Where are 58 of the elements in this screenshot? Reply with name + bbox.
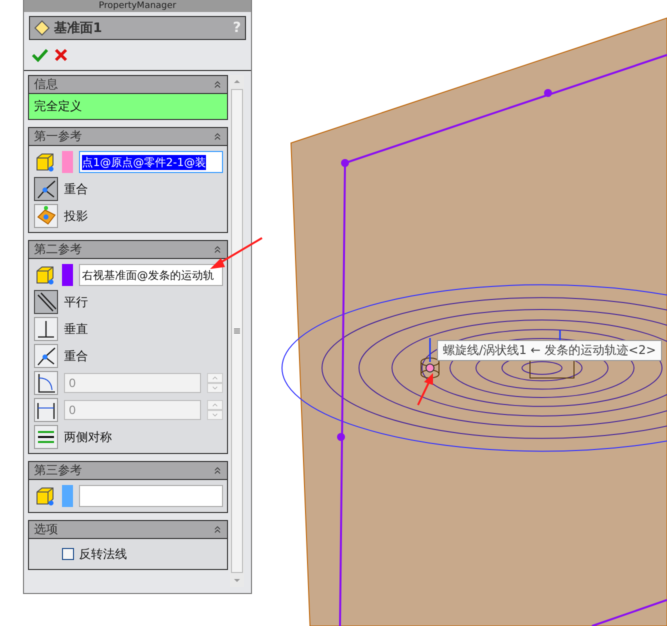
collapse-icon bbox=[212, 131, 223, 142]
projection-icon bbox=[35, 205, 57, 227]
cube-icon bbox=[34, 264, 56, 286]
sketch-point bbox=[544, 89, 552, 97]
collapse-icon bbox=[212, 79, 223, 90]
spring-origin-drawing bbox=[420, 338, 440, 378]
cube-icon bbox=[34, 485, 56, 507]
option-toggle-button[interactable] bbox=[34, 290, 58, 314]
annotation-arrow bbox=[210, 237, 263, 269]
parallel-icon bbox=[35, 291, 57, 313]
status-text: 完全定义 bbox=[29, 94, 227, 119]
chevron-down-icon bbox=[211, 384, 219, 392]
sketch-point bbox=[337, 433, 345, 441]
option-label: 垂直 bbox=[64, 320, 88, 338]
option-toggle-button[interactable] bbox=[34, 344, 58, 368]
option-label: 平行 bbox=[64, 294, 88, 310]
group-header[interactable]: 第二参考 bbox=[29, 241, 227, 259]
checkmark-icon bbox=[32, 48, 48, 62]
selection-field[interactable] bbox=[79, 485, 223, 507]
group-header[interactable]: 第三参考 bbox=[29, 462, 227, 480]
group-header[interactable]: 选项 bbox=[29, 521, 227, 539]
cancel-button[interactable] bbox=[54, 48, 68, 62]
plane-icon bbox=[34, 20, 50, 36]
ok-button[interactable] bbox=[32, 48, 48, 62]
option-label: 重合 bbox=[64, 348, 88, 364]
tooltip: 螺旋线/涡状线1 ← 发条的运动轨迹<2> bbox=[437, 340, 662, 361]
option-label: 重合 bbox=[64, 180, 88, 198]
panel-title: PropertyManager bbox=[24, 0, 251, 12]
selection-field[interactable]: 点1@原点@零件2-1@装 bbox=[79, 151, 223, 173]
close-icon bbox=[54, 48, 68, 62]
checkbox[interactable] bbox=[62, 548, 74, 560]
collapse-icon bbox=[212, 465, 223, 476]
chevron-down-icon bbox=[211, 411, 219, 419]
perpendicular-icon bbox=[35, 318, 57, 340]
chevron-up-icon bbox=[211, 374, 219, 382]
checkbox-label: 反转法线 bbox=[79, 546, 127, 562]
selection-field[interactable]: 右视基准面@发条的运动轨 bbox=[79, 264, 223, 286]
group-header[interactable]: 第一参考 bbox=[29, 128, 227, 146]
coincident-icon bbox=[35, 345, 57, 367]
collapse-icon bbox=[212, 524, 223, 535]
grip-icon bbox=[233, 327, 241, 335]
cube-icon bbox=[34, 151, 56, 173]
option-label: 两侧对称 bbox=[64, 428, 112, 446]
dimension-button[interactable] bbox=[34, 371, 58, 395]
coincident-icon bbox=[35, 178, 57, 200]
option-toggle-button[interactable] bbox=[34, 425, 58, 449]
sketch-point bbox=[341, 159, 349, 167]
option-label: 投影 bbox=[64, 208, 88, 224]
option-toggle-button[interactable] bbox=[34, 177, 58, 201]
feature-header: 基准面1 ? bbox=[29, 16, 246, 40]
chevron-up-icon bbox=[211, 401, 219, 409]
dimension-button[interactable] bbox=[34, 398, 58, 422]
option-toggle-button[interactable] bbox=[34, 317, 58, 341]
option-toggle-button[interactable] bbox=[34, 204, 58, 228]
group-header[interactable]: 信息 bbox=[29, 76, 227, 94]
scrollbar-thumb[interactable] bbox=[231, 89, 243, 573]
collapse-icon bbox=[212, 244, 223, 255]
annotation-arrow bbox=[417, 373, 433, 406]
